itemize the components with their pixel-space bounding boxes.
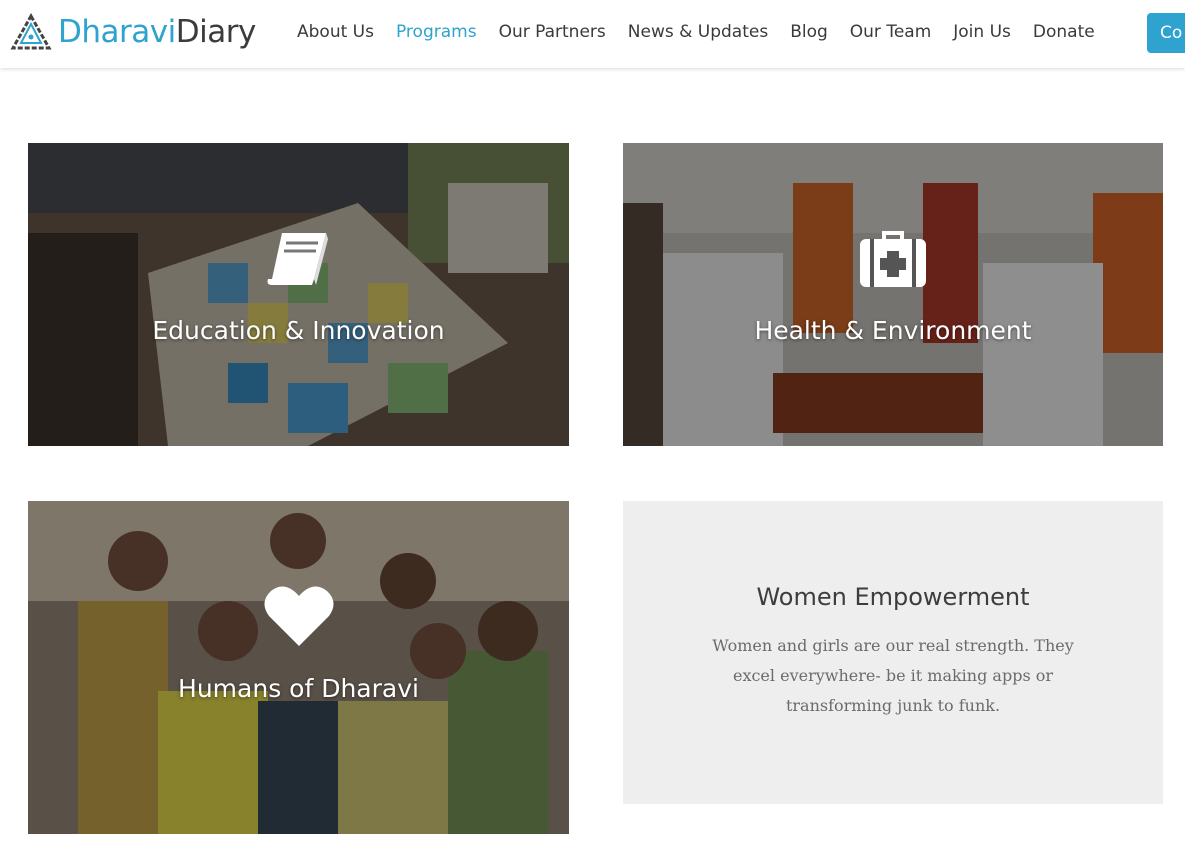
humans-overlay	[28, 501, 569, 834]
book-icon	[267, 233, 328, 285]
program-tile-humans[interactable]: Humans of Dharavi	[28, 501, 569, 834]
main-nav: About Us Programs Our Partners News & Up…	[286, 0, 1106, 64]
nav-news-updates[interactable]: News & Updates	[628, 22, 768, 42]
logo-text-dharavi: Dharavi	[58, 14, 176, 50]
logo-text: DharaviDiary	[58, 12, 256, 52]
logo[interactable]: DharaviDiary	[10, 12, 256, 52]
logo-triangle-icon	[10, 12, 52, 50]
health-overlay	[623, 143, 1163, 446]
humans-label: Humans of Dharavi	[178, 674, 419, 703]
logo-text-diary: Diary	[175, 14, 257, 50]
nav-donate[interactable]: Donate	[1033, 22, 1095, 42]
program-tile-education[interactable]: Education & Innovation	[28, 143, 569, 446]
nav-blog[interactable]: Blog	[790, 22, 828, 42]
program-tile-health[interactable]: Health & Environment	[623, 143, 1163, 446]
health-label: Health & Environment	[754, 316, 1032, 345]
nav-programs[interactable]: Programs	[396, 22, 477, 42]
program-tile-women[interactable]: Women Empowerment Women and girls are ou…	[623, 501, 1163, 804]
heart-icon	[263, 586, 334, 646]
education-label: Education & Innovation	[152, 316, 445, 345]
women-description: Women and girls are our real strength. T…	[712, 636, 1074, 715]
education-overlay	[28, 143, 569, 446]
contact-button[interactable]: Co	[1147, 13, 1185, 53]
nav-join-us[interactable]: Join Us	[953, 22, 1011, 42]
medical-kit-icon	[860, 231, 926, 287]
nav-our-partners[interactable]: Our Partners	[499, 22, 606, 42]
women-title: Women Empowerment	[756, 583, 1030, 611]
nav-our-team[interactable]: Our Team	[850, 22, 931, 42]
site-header: DharaviDiary About Us Programs Our Partn…	[0, 0, 1185, 68]
nav-about-us[interactable]: About Us	[297, 22, 374, 42]
